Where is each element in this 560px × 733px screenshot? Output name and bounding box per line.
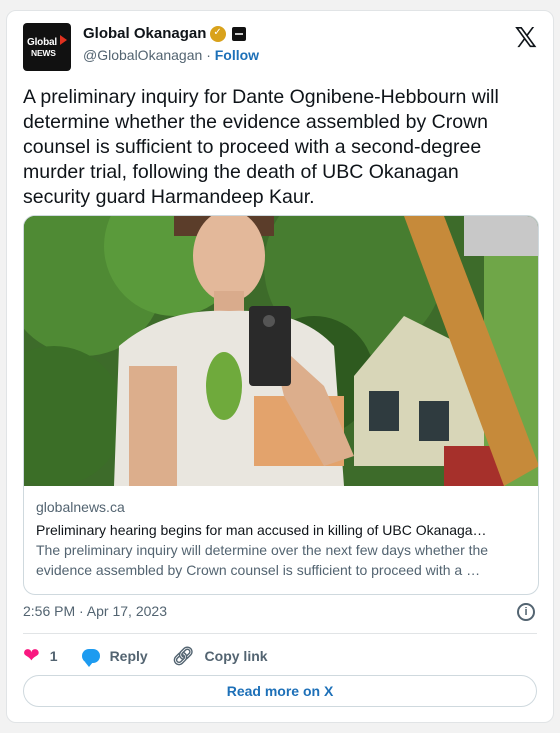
heart-icon: ❤ [23,645,40,667]
handle-row: @GlobalOkanagan · Follow [83,47,259,63]
tweet-timestamp[interactable]: 2:56 PM · Apr 17, 2023 [23,603,167,619]
link-title[interactable]: Preliminary hearing begins for man accus… [36,520,526,540]
link-description: The preliminary inquiry will determine o… [36,542,489,578]
read-more-button[interactable]: Read more on X [23,675,537,707]
link-preview-meta: globalnews.ca Preliminary hearing begins… [24,486,538,592]
link-preview-image[interactable] [24,216,538,486]
avatar-text-line1: Global [27,37,57,48]
divider [23,633,537,634]
like-count: 1 [49,648,58,664]
tweet-header: Global NEWS Global Okanagan @GlobalOkana… [23,23,537,73]
action-bar: ❤ 1 Reply 🔗︎ Copy link [23,645,292,667]
affiliate-badge-icon[interactable] [232,26,247,41]
follow-button[interactable]: Follow [215,47,259,63]
link-domain: globalnews.ca [36,499,125,515]
account-handle[interactable]: @GlobalOkanagan [83,47,202,63]
reply-button[interactable]: Reply [81,648,148,667]
like-button[interactable]: ❤ 1 [23,646,58,666]
reply-bubble-icon [81,649,100,667]
link-icon: 🔗︎ [171,645,195,666]
tweet-text: A preliminary inquiry for Dante Ognibene… [23,86,499,208]
copy-link-label: Copy link [204,648,268,664]
link-preview-card[interactable]: globalnews.ca Preliminary hearing begins… [23,215,539,595]
reply-label: Reply [109,648,148,664]
avatar[interactable]: Global NEWS [23,23,71,71]
tweet-embed-card: Global NEWS Global Okanagan @GlobalOkana… [6,10,554,723]
info-icon[interactable]: i [517,603,535,621]
handle-separator: · [206,47,211,63]
copy-link-button[interactable]: 🔗︎ Copy link [172,646,268,667]
play-icon [60,35,67,45]
x-logo-icon[interactable]: 𝕏 [514,23,537,53]
avatar-text-line2: NEWS [31,48,56,58]
account-name[interactable]: Global Okanagan [83,25,206,42]
gold-verified-badge-icon [210,25,227,42]
name-row: Global Okanagan [83,25,247,42]
